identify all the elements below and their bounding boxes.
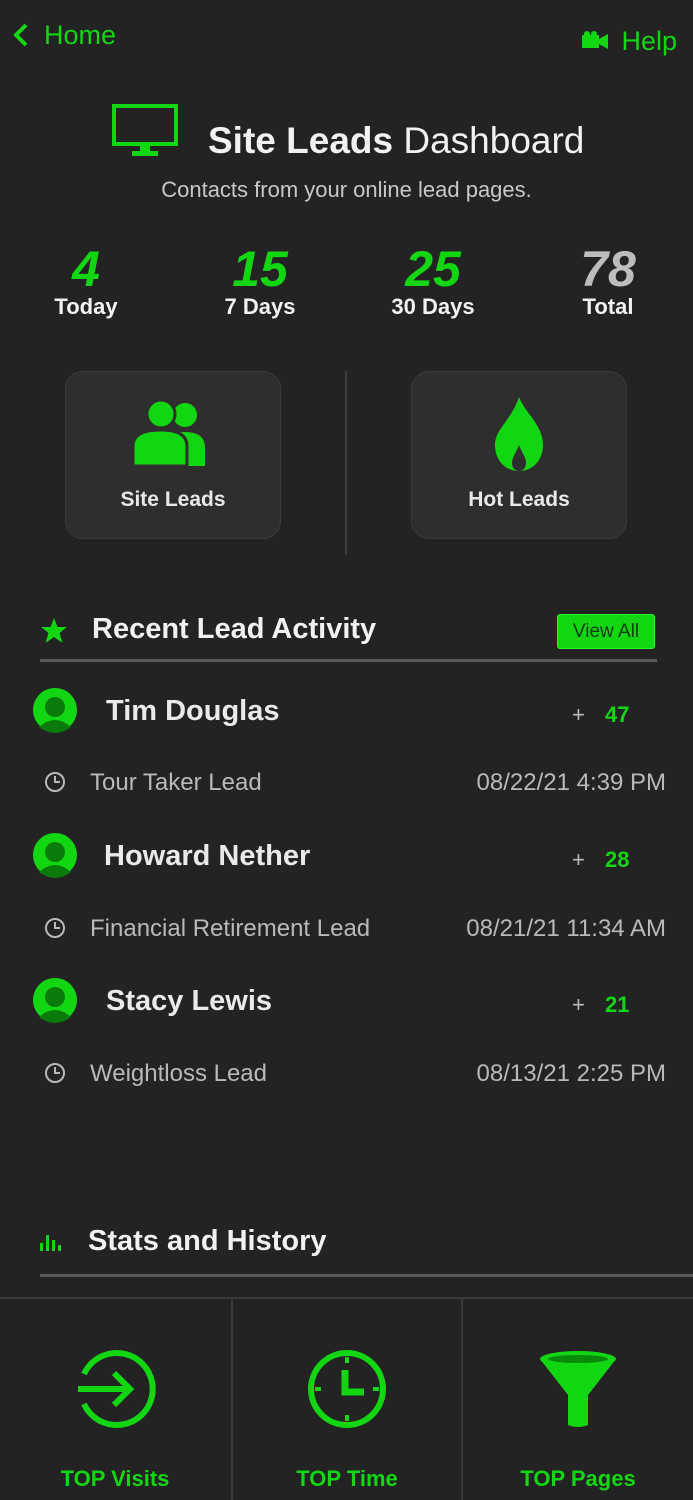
stat-7-days: 15 7 Days (190, 240, 330, 320)
avatar-icon (33, 688, 77, 733)
lead-plus: + (572, 992, 585, 1017)
site-leads-tile-label: Site Leads (120, 488, 226, 511)
lead-score: 28 (605, 847, 630, 872)
stat-30-days: 25 30 Days (363, 240, 503, 320)
video-camera-icon (582, 31, 609, 49)
home-label: Home (44, 19, 117, 50)
lead-date: 08/13/21 2:25 PM (476, 1060, 666, 1087)
lead-row[interactable]: Stacy Lewis + 21 Weightloss Lead 08/13/2… (0, 973, 693, 1093)
flame-icon (495, 397, 543, 471)
help-link[interactable]: Help (581, 24, 677, 58)
help-label: Help (621, 25, 677, 56)
stat-value: 25 (405, 241, 461, 297)
stats-history-title: Stats and History (88, 1225, 327, 1257)
lead-score: 47 (605, 702, 630, 727)
chevron-left-icon (13, 23, 28, 47)
site-leads-tile[interactable]: Site Leads (65, 371, 281, 539)
stat-value: 15 (232, 241, 288, 297)
hot-leads-tile[interactable]: Hot Leads (411, 371, 627, 539)
avatar-icon (33, 978, 77, 1023)
stat-today: 4 Today (16, 240, 156, 320)
lead-row[interactable]: Howard Nether + 28 Financial Retirement … (0, 828, 693, 948)
top-pages-button[interactable]: TOP Pages (463, 1300, 693, 1500)
avatar-icon (33, 833, 77, 878)
recent-activity-divider (40, 659, 657, 662)
top-visits-label: TOP Visits (60, 1466, 170, 1491)
lead-type: Tour Taker Lead (90, 769, 262, 796)
lead-row[interactable]: Tim Douglas + 47 Tour Taker Lead 08/22/2… (0, 683, 693, 803)
clock-icon (308, 1350, 386, 1428)
enter-icon (78, 1350, 156, 1428)
lead-plus: + (572, 847, 585, 872)
lead-type: Financial Retirement Lead (90, 915, 371, 942)
page-title-bold: Site Leads (208, 120, 394, 161)
stat-value: 4 (72, 241, 100, 297)
clock-icon (45, 918, 65, 938)
lead-type: Weightloss Lead (90, 1060, 267, 1087)
top-visits-button[interactable]: TOP Visits (0, 1300, 230, 1500)
lead-name: Tim Douglas (106, 695, 280, 727)
tile-divider (345, 371, 347, 555)
recent-activity-title: Recent Lead Activity (92, 613, 377, 645)
page-title-rest: Dashboard (403, 120, 585, 161)
stat-label: 7 Days (224, 294, 296, 319)
lead-date: 08/22/21 4:39 PM (476, 769, 666, 796)
lead-name: Stacy Lewis (106, 985, 273, 1017)
view-all-button[interactable]: View All (557, 614, 655, 649)
stats-history-divider (40, 1274, 693, 1277)
hot-leads-tile-label: Hot Leads (468, 488, 570, 511)
page-title: Site Leads Dashboard (208, 120, 584, 162)
star-icon (41, 618, 67, 643)
stat-value: 78 (580, 241, 636, 297)
clock-icon (45, 1063, 65, 1083)
home-link[interactable]: Home (12, 18, 116, 52)
top-time-label: TOP Time (296, 1466, 398, 1491)
stat-total: 78 Total (538, 240, 678, 320)
top-time-button[interactable]: TOP Time (232, 1300, 462, 1500)
stat-label: Total (582, 294, 634, 319)
users-icon (131, 400, 205, 468)
grid-top-line (0, 1297, 693, 1299)
lead-date: 08/21/21 11:34 AM (466, 915, 666, 942)
stat-label: 30 Days (391, 294, 475, 319)
lead-score: 21 (605, 992, 630, 1017)
page-subtitle: Contacts from your online lead pages. (161, 177, 532, 202)
bar-chart-icon (40, 1235, 61, 1251)
lead-plus: + (572, 702, 585, 727)
funnel-icon (540, 1351, 616, 1427)
stat-label: Today (54, 294, 118, 319)
clock-icon (45, 772, 65, 792)
lead-name: Howard Nether (104, 840, 311, 872)
monitor-icon (112, 104, 178, 156)
top-pages-label: TOP Pages (520, 1466, 636, 1491)
